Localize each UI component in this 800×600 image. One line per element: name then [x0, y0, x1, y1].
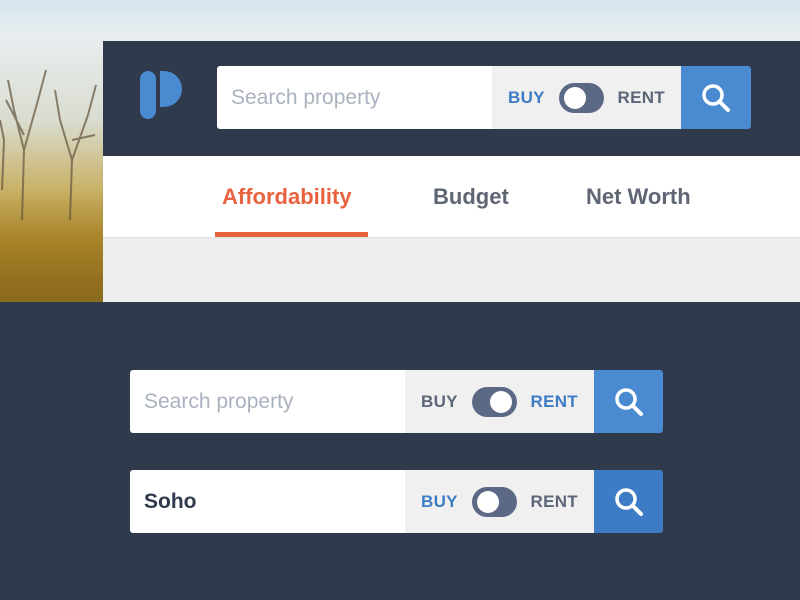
buy-label[interactable]: BUY: [421, 392, 458, 412]
p-logo-icon[interactable]: [140, 71, 182, 119]
app-window: BUY RENT Affordability Budget Net Worth: [103, 41, 800, 302]
search-input[interactable]: [130, 370, 405, 433]
search-input[interactable]: [130, 470, 405, 533]
search-icon: [614, 387, 643, 416]
search-button[interactable]: [594, 470, 663, 533]
tab-budget[interactable]: Budget: [433, 156, 509, 237]
searchbar-filled-variant: BUY RENT: [130, 470, 663, 533]
search-button[interactable]: [594, 370, 663, 433]
tab-net-worth[interactable]: Net Worth: [586, 156, 691, 237]
rent-label[interactable]: RENT: [531, 492, 578, 512]
toggle-switch[interactable]: [558, 82, 604, 113]
tab-affordability[interactable]: Affordability: [222, 156, 352, 237]
searchbar-rent-variant: BUY RENT: [130, 370, 663, 433]
toggle-knob: [489, 390, 512, 413]
toggle-switch[interactable]: [471, 486, 517, 517]
buy-rent-toggle[interactable]: BUY RENT: [405, 470, 594, 533]
search-button[interactable]: [681, 66, 751, 129]
app-header: BUY RENT: [103, 41, 800, 156]
buy-label[interactable]: BUY: [421, 492, 458, 512]
toggle-knob: [476, 490, 499, 513]
buy-label[interactable]: BUY: [508, 88, 545, 108]
tab-label: Budget: [433, 183, 509, 209]
rent-label[interactable]: RENT: [618, 88, 665, 108]
buy-rent-toggle[interactable]: BUY RENT: [405, 370, 594, 433]
buy-rent-toggle[interactable]: BUY RENT: [492, 66, 681, 129]
search-icon: [702, 83, 730, 112]
search-input[interactable]: [217, 66, 492, 129]
tab-label: Affordability: [222, 183, 352, 209]
rent-label[interactable]: RENT: [531, 392, 578, 412]
active-tab-indicator: [215, 232, 368, 237]
ground: [0, 192, 103, 302]
tab-label: Net Worth: [586, 183, 691, 209]
toggle-knob: [563, 86, 586, 109]
toggle-switch[interactable]: [471, 386, 517, 417]
header-searchbar: BUY RENT: [217, 66, 751, 129]
search-icon: [614, 487, 643, 516]
tab-bar: Affordability Budget Net Worth: [103, 156, 800, 237]
